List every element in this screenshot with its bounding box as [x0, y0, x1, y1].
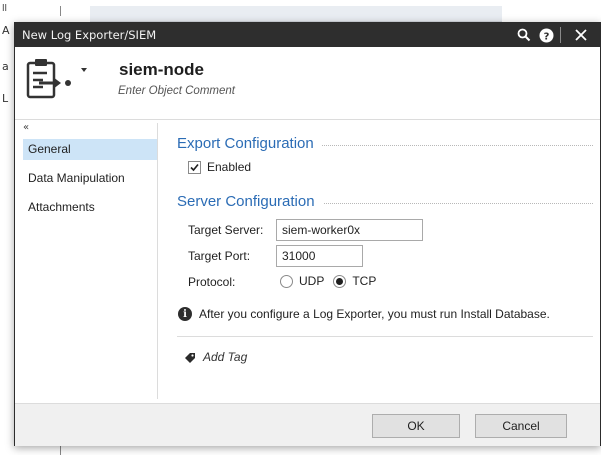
- background-toolbar: [90, 6, 502, 22]
- info-message-text: After you configure a Log Exporter, you …: [199, 307, 550, 321]
- export-configuration-section: Export Configuration: [177, 133, 593, 155]
- server-configuration-section: Server Configuration: [177, 191, 593, 213]
- background-divider: [60, 445, 61, 455]
- dialog-title: New Log Exporter/SIEM: [22, 28, 157, 42]
- protocol-radio-group: UDP TCP: [280, 274, 376, 288]
- dialog-titlebar[interactable]: New Log Exporter/SIEM ?: [15, 23, 600, 47]
- target-port-label: Target Port:: [188, 249, 251, 263]
- sidebar-item-general[interactable]: General: [23, 139, 157, 160]
- tcp-label[interactable]: TCP: [352, 274, 376, 288]
- section-title: Server Configuration: [177, 193, 323, 210]
- radio-selected-dot: [336, 277, 344, 285]
- sidebar-item-attachments[interactable]: Attachments: [23, 197, 157, 218]
- tcp-radio[interactable]: [333, 274, 347, 288]
- add-tag-button[interactable]: Add Tag: [184, 350, 593, 364]
- tag-icon: [185, 352, 195, 363]
- sidebar-divider: [157, 123, 158, 399]
- header-divider: [15, 119, 600, 120]
- collapse-sidebar-icon[interactable]: «: [23, 122, 29, 133]
- log-exporter-dialog: New Log Exporter/SIEM ? siem-node Enter …: [14, 22, 601, 446]
- titlebar-separator: [560, 27, 561, 43]
- enabled-checkbox[interactable]: [188, 160, 201, 174]
- close-icon[interactable]: [571, 25, 591, 45]
- object-comment-field[interactable]: Enter Object Comment: [118, 85, 235, 97]
- target-server-row: Target Server:: [177, 219, 593, 241]
- sidebar-item-data-manipulation[interactable]: Data Manipulation: [23, 168, 157, 189]
- background-text: L: [2, 92, 9, 105]
- log-exporter-icon[interactable]: [25, 56, 97, 106]
- background-text: A: [2, 24, 10, 37]
- cancel-button[interactable]: Cancel: [475, 414, 567, 438]
- target-server-label: Target Server:: [188, 223, 264, 237]
- protocol-label: Protocol:: [188, 275, 236, 289]
- dialog-header: siem-node Enter Object Comment: [15, 47, 600, 117]
- enabled-checkbox-row[interactable]: Enabled: [188, 157, 593, 177]
- general-panel: Export Configuration Enabled Server Conf…: [177, 123, 593, 364]
- section-title: Export Configuration: [177, 135, 322, 152]
- target-server-input[interactable]: [276, 219, 423, 241]
- info-message: i After you configure a Log Exporter, yo…: [178, 307, 593, 321]
- object-name[interactable]: siem-node: [119, 60, 204, 80]
- ok-button[interactable]: OK: [372, 414, 460, 438]
- target-port-row: Target Port:: [177, 245, 593, 267]
- help-icon[interactable]: ?: [536, 25, 556, 45]
- background-text: a: [2, 60, 9, 73]
- udp-radio[interactable]: [280, 274, 293, 288]
- content-divider: [177, 336, 593, 337]
- info-icon: i: [178, 307, 192, 321]
- background-text: ll: [2, 4, 8, 14]
- svg-text:?: ?: [543, 31, 549, 42]
- background-divider: [60, 6, 61, 16]
- dialog-footer: OK Cancel: [15, 403, 600, 446]
- target-port-input[interactable]: [276, 245, 363, 267]
- search-icon[interactable]: [514, 25, 534, 45]
- add-tag-label: Add Tag: [203, 350, 248, 364]
- protocol-row: Protocol: UDP TCP: [177, 271, 593, 293]
- udp-label[interactable]: UDP: [299, 274, 324, 288]
- enabled-label: Enabled: [207, 160, 252, 174]
- sidebar-nav: General Data Manipulation Attachments: [23, 139, 157, 226]
